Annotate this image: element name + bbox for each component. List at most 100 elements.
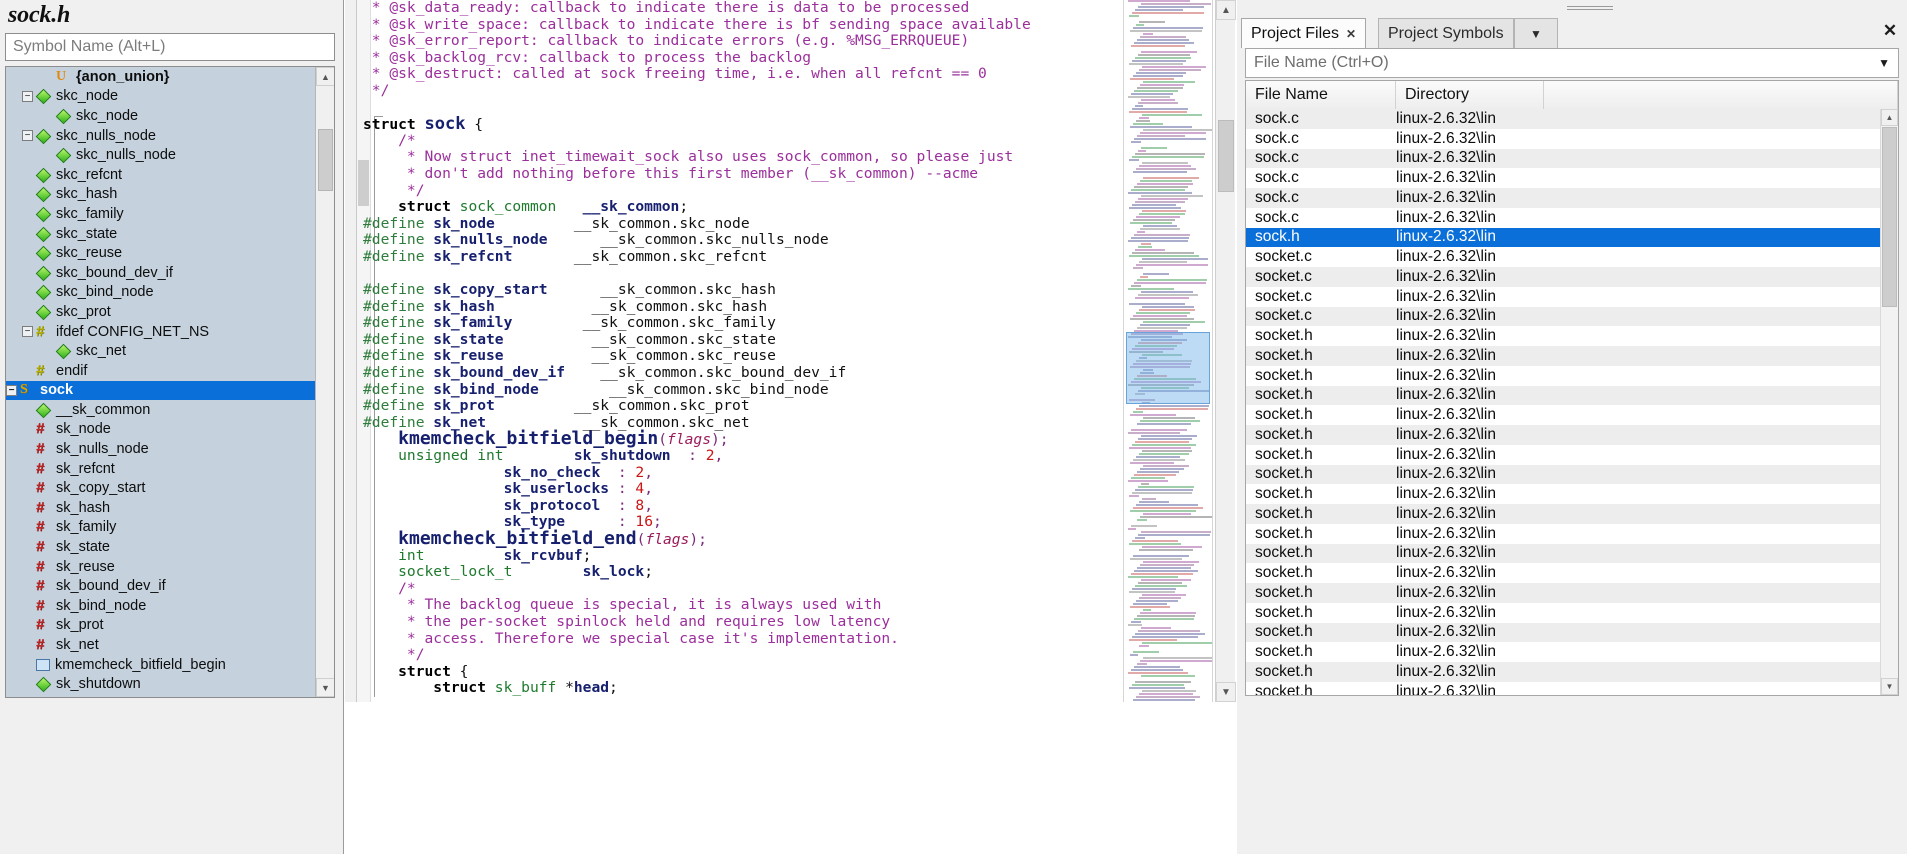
project-files-scrollbar[interactable]: ▲ ▼	[1880, 109, 1898, 695]
symbol-tree-scrollbar[interactable]: ▲ ▼	[315, 67, 334, 697]
editor-scroll-thumb[interactable]	[1218, 120, 1234, 192]
project-files-scroll-down-button[interactable]: ▼	[1881, 678, 1898, 695]
symbol-tree-item[interactable]: − skc_nulls_node	[6, 126, 316, 146]
symbol-tree-item[interactable]: # sk_node	[6, 420, 316, 440]
chevron-down-icon[interactable]: ▼	[1878, 56, 1890, 70]
close-icon[interactable]: ✕	[1346, 27, 1356, 41]
table-row[interactable]: sock.c linux-2.6.32\lin	[1246, 109, 1880, 129]
symbol-tree-item[interactable]: U {anon_union}	[6, 67, 316, 87]
editor-scroll-up-button[interactable]: ▲	[1216, 0, 1236, 20]
table-row[interactable]: socket.h linux-2.6.32\lin	[1246, 385, 1880, 406]
symbol-tree-item[interactable]: skc_state	[6, 224, 316, 244]
table-row[interactable]: socket.h linux-2.6.32\lin	[1246, 405, 1880, 425]
symbol-tree-item[interactable]: skc_node	[6, 106, 316, 126]
file-name-filter-input[interactable]: File Name (Ctrl+O) ▼	[1245, 48, 1899, 78]
table-row[interactable]: sock.c linux-2.6.32\lin	[1246, 148, 1880, 169]
symbol-tree-item[interactable]: skc_hash	[6, 185, 316, 205]
minimap-line	[1141, 483, 1149, 485]
symbol-tree-item[interactable]: __sk_common	[6, 400, 316, 420]
symbol-tree-item[interactable]: # sk_refcnt	[6, 459, 316, 479]
table-row[interactable]: socket.c linux-2.6.32\lin	[1246, 287, 1880, 307]
symbol-tree-item[interactable]: skc_prot	[6, 302, 316, 322]
chevron-down-icon[interactable]: ▼	[1514, 18, 1558, 48]
minimap-viewport-indicator[interactable]	[1126, 332, 1210, 404]
symbol-tree-item[interactable]: # sk_bound_dev_if	[6, 576, 316, 596]
symbol-tree-item[interactable]: # sk_nulls_node	[6, 439, 316, 459]
symbol-tree-item[interactable]: − Ssock	[6, 380, 316, 401]
table-row[interactable]: socket.h linux-2.6.32\lin	[1246, 326, 1880, 346]
table-row[interactable]: socket.h linux-2.6.32\lin	[1246, 563, 1880, 583]
table-row[interactable]: socket.h linux-2.6.32\lin	[1246, 682, 1880, 695]
table-row[interactable]: socket.h linux-2.6.32\lin	[1246, 346, 1880, 366]
column-header-extra[interactable]	[1544, 81, 1898, 109]
editor-source-text[interactable]: * @sk_data_ready: callback to indicate t…	[363, 0, 1031, 697]
table-row[interactable]: sock.h linux-2.6.32\lin	[1246, 227, 1880, 248]
symbol-tree-item-label: sk_node	[56, 421, 111, 438]
column-header-directory[interactable]: Directory	[1396, 81, 1544, 109]
symbol-tree-item[interactable]: kmemcheck_bitfield_begin	[6, 655, 316, 675]
table-row[interactable]: socket.h linux-2.6.32\lin	[1246, 543, 1880, 564]
column-header-file-name[interactable]: File Name	[1246, 81, 1396, 109]
table-row[interactable]: socket.h linux-2.6.32\lin	[1246, 603, 1880, 623]
table-row[interactable]: sock.c linux-2.6.32\lin	[1246, 188, 1880, 208]
table-row[interactable]: socket.c linux-2.6.32\lin	[1246, 306, 1880, 327]
code-editor[interactable]: * @sk_data_ready: callback to indicate t…	[345, 0, 1117, 702]
symbol-tree-item[interactable]: # sk_prot	[6, 616, 316, 636]
table-row[interactable]: socket.h linux-2.6.32\lin	[1246, 425, 1880, 445]
symbol-tree-item[interactable]: sk_shutdown	[6, 674, 316, 694]
define-icon: #	[36, 577, 45, 595]
project-files-scroll-thumb[interactable]	[1882, 127, 1897, 307]
table-row[interactable]: socket.h linux-2.6.32\lin	[1246, 524, 1880, 544]
symbol-tree-item[interactable]: # sk_net	[6, 635, 316, 655]
symbol-tree-item[interactable]: # sk_reuse	[6, 557, 316, 577]
symbol-name-search-input[interactable]: Symbol Name (Alt+L)	[5, 33, 335, 61]
code-minimap[interactable]	[1123, 0, 1213, 702]
table-row[interactable]: socket.h linux-2.6.32\lin	[1246, 366, 1880, 386]
table-row[interactable]: sock.c linux-2.6.32\lin	[1246, 129, 1880, 149]
tab-project-symbols[interactable]: Project Symbols	[1378, 18, 1514, 48]
symbol-tree-item[interactable]: # sk_hash	[6, 498, 316, 518]
symbol-tree-item[interactable]: skc_bound_dev_if	[6, 263, 316, 283]
panel-close-icon[interactable]: ✕	[1877, 18, 1903, 44]
tree-expander-minus-icon[interactable]: −	[22, 130, 33, 142]
table-row[interactable]: sock.c linux-2.6.32\lin	[1246, 168, 1880, 188]
table-row[interactable]: socket.h linux-2.6.32\lin	[1246, 504, 1880, 524]
symbol-tree-item[interactable]: − # ifdef CONFIG_NET_NS	[6, 322, 316, 342]
symbol-tree-item[interactable]: skc_reuse	[6, 243, 316, 263]
symbol-tree-item[interactable]: − skc_node	[6, 87, 316, 107]
table-row[interactable]: socket.h linux-2.6.32\lin	[1246, 445, 1880, 465]
project-files-scroll-up-button[interactable]: ▲	[1881, 109, 1898, 126]
table-row[interactable]: socket.h linux-2.6.32\lin	[1246, 484, 1880, 504]
symbol-tree-item[interactable]: # endif	[6, 361, 316, 381]
symbol-tree-item[interactable]: # sk_state	[6, 537, 316, 557]
tree-expander-minus-icon[interactable]: −	[22, 90, 33, 102]
symbol-tree-scroll-up-button[interactable]: ▲	[316, 67, 334, 86]
symbol-tree-item[interactable]: skc_bind_node	[6, 283, 316, 303]
tree-expander-minus-icon[interactable]: −	[6, 384, 17, 396]
table-row[interactable]: socket.h linux-2.6.32\lin	[1246, 583, 1880, 603]
symbol-tree[interactable]: U {anon_union} − skc_node skc_node − skc_nulls…	[5, 66, 335, 698]
panel-drag-grip[interactable]	[1567, 6, 1613, 12]
tab-project-files[interactable]: Project Files ✕	[1241, 18, 1367, 48]
project-files-grid[interactable]: File Name Directory sock.c linux-2.6.32\l…	[1245, 80, 1899, 696]
symbol-tree-scroll-thumb[interactable]	[318, 129, 333, 191]
symbol-tree-item[interactable]: # sk_bind_node	[6, 596, 316, 616]
editor-vertical-scrollbar[interactable]: ▲ ▼	[1215, 0, 1236, 702]
code-token: __sk_common.skc_state	[503, 330, 776, 348]
symbol-tree-item[interactable]: skc_refcnt	[6, 165, 316, 185]
symbol-tree-item[interactable]: skc_net	[6, 341, 316, 361]
table-row[interactable]: socket.c linux-2.6.32\lin	[1246, 247, 1880, 267]
table-row[interactable]: socket.c linux-2.6.32\lin	[1246, 267, 1880, 287]
table-row[interactable]: socket.h linux-2.6.32\lin	[1246, 464, 1880, 485]
table-row[interactable]: socket.h linux-2.6.32\lin	[1246, 662, 1880, 682]
symbol-tree-item[interactable]: skc_family	[6, 204, 316, 224]
editor-scroll-down-button[interactable]: ▼	[1216, 682, 1236, 702]
symbol-tree-scroll-down-button[interactable]: ▼	[316, 678, 334, 697]
table-row[interactable]: socket.h linux-2.6.32\lin	[1246, 642, 1880, 662]
symbol-tree-item[interactable]: # sk_copy_start	[6, 478, 316, 498]
symbol-tree-item[interactable]: # sk_family	[6, 518, 316, 538]
symbol-tree-item[interactable]: skc_nulls_node	[6, 145, 316, 165]
table-row[interactable]: sock.c linux-2.6.32\lin	[1246, 208, 1880, 228]
tree-expander-minus-icon[interactable]: −	[22, 326, 33, 338]
table-row[interactable]: socket.h linux-2.6.32\lin	[1246, 622, 1880, 643]
